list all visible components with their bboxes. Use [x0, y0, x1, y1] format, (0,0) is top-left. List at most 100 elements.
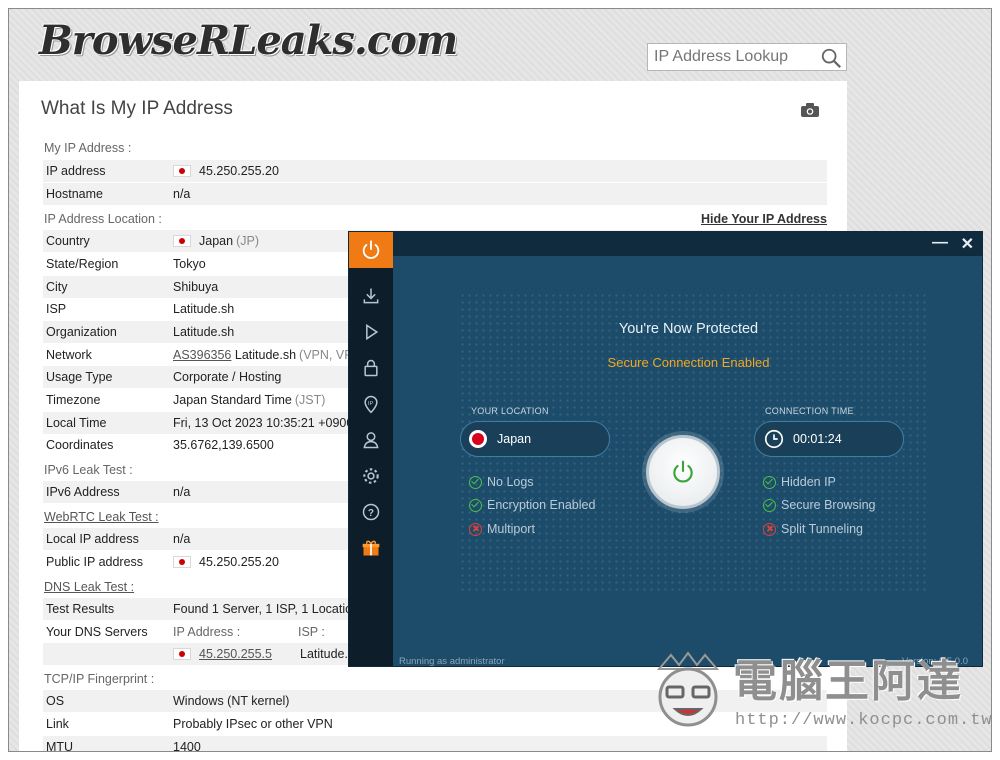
- row-key: Local Time: [46, 416, 107, 430]
- section-webrtc: WebRTC Leak Test :: [44, 510, 159, 524]
- row-key: Local IP address: [46, 532, 139, 546]
- row-value: Tokyo: [173, 257, 206, 271]
- row-value: Windows (NT kernel): [173, 694, 290, 708]
- table-row: Hostname n/a: [43, 183, 827, 205]
- protected-title: You're Now Protected: [618, 321, 759, 337]
- row-value: Japan: [199, 234, 234, 248]
- row-key: Link: [46, 717, 69, 731]
- cross-icon: [469, 522, 482, 536]
- sidebar-item-settings[interactable]: [349, 458, 393, 494]
- row-key: Usage Type: [46, 370, 113, 384]
- asn-link[interactable]: AS396356: [173, 348, 231, 362]
- row-value: Found 1 Server, 1 ISP, 1 Location: [173, 602, 360, 616]
- clock-icon: [764, 429, 784, 449]
- vpn-sidebar: IP ?: [349, 232, 393, 666]
- sidebar-item-account[interactable]: [349, 422, 393, 458]
- dns-col-isp: ISP :: [298, 625, 325, 639]
- row-key: Your DNS Servers: [46, 625, 148, 639]
- feature-label: No Logs: [487, 475, 534, 489]
- section-tcpip: TCP/IP Fingerprint :: [44, 672, 155, 686]
- dns-link[interactable]: DNS Leak Test :: [44, 580, 134, 594]
- row-value: Corporate / Hosting: [173, 370, 282, 384]
- location-selector[interactable]: Japan: [460, 421, 610, 457]
- connection-time-label: CONNECTION TIME: [765, 406, 854, 416]
- feature-split-tunneling: Split Tunneling: [763, 522, 863, 536]
- row-key: IP address: [46, 164, 106, 178]
- japan-flag-icon: [469, 430, 487, 448]
- sidebar-item-lock[interactable]: [349, 350, 393, 386]
- connection-time-value: 00:01:24: [793, 432, 842, 446]
- search-icon[interactable]: [820, 47, 842, 69]
- japan-flag-icon: [173, 556, 191, 568]
- row-value: Fri, 13 Oct 2023 10:35:21 +0900: [173, 416, 354, 430]
- row-key: Network: [46, 348, 92, 362]
- sidebar-item-help[interactable]: ?: [349, 494, 393, 530]
- lock-icon: [364, 359, 378, 377]
- sidebar-item-download[interactable]: [349, 278, 393, 314]
- dns-ip-link[interactable]: 45.250.255.5: [199, 647, 300, 661]
- row-key: State/Region: [46, 257, 119, 271]
- feature-label: Encryption Enabled: [487, 498, 596, 512]
- sidebar-item-play[interactable]: [349, 314, 393, 350]
- ip-lookup-input[interactable]: [648, 44, 818, 70]
- row-key: OS: [46, 694, 65, 708]
- feature-no-logs: No Logs: [469, 475, 534, 489]
- watermark: 電腦王阿達 http://www.kocpc.com.tw: [649, 639, 991, 735]
- location-value: Japan: [497, 432, 532, 446]
- row-key: IPv6 Address: [46, 485, 120, 499]
- screenshot-frame: BrowseRLeaks.com What Is My IP Address M…: [8, 8, 992, 752]
- row-value: Shibuya: [173, 280, 219, 294]
- feature-multiport: Multiport: [469, 522, 535, 536]
- section-location: IP Address Location :: [44, 212, 162, 226]
- secure-connection-status: Secure Connection Enabled: [607, 355, 770, 370]
- page-title: What Is My IP Address: [41, 98, 233, 119]
- feature-hidden-ip: Hidden IP: [763, 475, 836, 489]
- country-code: (JP): [236, 234, 259, 248]
- svg-text:IP: IP: [368, 401, 374, 407]
- row-value: Latitude.sh: [234, 348, 297, 362]
- sidebar-item-power[interactable]: [349, 232, 393, 268]
- row-value: 35.6762,139.6500: [173, 438, 274, 452]
- row-key: ISP: [46, 302, 67, 316]
- table-row: IP address 45.250.255.20: [43, 160, 827, 182]
- row-value: Latitude.sh: [173, 325, 235, 339]
- row-key: Country: [46, 234, 90, 248]
- power-icon: [673, 460, 693, 483]
- hide-ip-link[interactable]: Hide Your IP Address: [701, 212, 827, 226]
- row-key: Timezone: [46, 393, 101, 407]
- vpn-window: — ✕ IP ? You're Now Protected Secure Con…: [348, 231, 983, 667]
- check-icon: [763, 498, 776, 512]
- row-key: Organization: [46, 325, 117, 339]
- table-row: MTU 1400: [43, 736, 827, 752]
- svg-text:?: ?: [368, 508, 374, 519]
- row-value: n/a: [173, 187, 191, 201]
- row-key: Public IP address: [46, 555, 144, 569]
- section-my-ip: My IP Address :: [44, 141, 132, 155]
- download-icon: [363, 288, 379, 304]
- power-icon: [362, 240, 380, 259]
- site-logo[interactable]: BrowseRLeaks.com: [39, 17, 458, 64]
- user-icon: [363, 432, 379, 449]
- feature-label: Secure Browsing: [781, 498, 876, 512]
- sidebar-item-ip[interactable]: IP: [349, 386, 393, 422]
- japan-flag-icon: [173, 648, 191, 660]
- camera-icon[interactable]: [801, 103, 819, 117]
- gift-icon: [362, 540, 380, 556]
- minimize-button[interactable]: —: [932, 234, 948, 252]
- japan-flag-icon: [173, 165, 191, 177]
- row-key: City: [46, 280, 68, 294]
- power-toggle-button[interactable]: [646, 435, 720, 509]
- connection-time-display: 00:01:24: [754, 421, 904, 457]
- cross-icon: [763, 522, 776, 536]
- section-ipv6: IPv6 Leak Test :: [44, 463, 133, 477]
- feature-label: Multiport: [487, 522, 535, 536]
- watermark-title: 電腦王阿達: [733, 656, 963, 707]
- sidebar-item-gift[interactable]: [349, 530, 393, 566]
- row-value: 45.250.255.20: [199, 164, 279, 178]
- close-button[interactable]: ✕: [961, 234, 974, 254]
- row-key: MTU: [46, 740, 74, 752]
- ip-lookup-search: [647, 43, 847, 71]
- admin-status: Running as administrator: [399, 656, 505, 667]
- check-icon: [469, 498, 482, 512]
- webrtc-link[interactable]: WebRTC Leak Test :: [44, 510, 159, 524]
